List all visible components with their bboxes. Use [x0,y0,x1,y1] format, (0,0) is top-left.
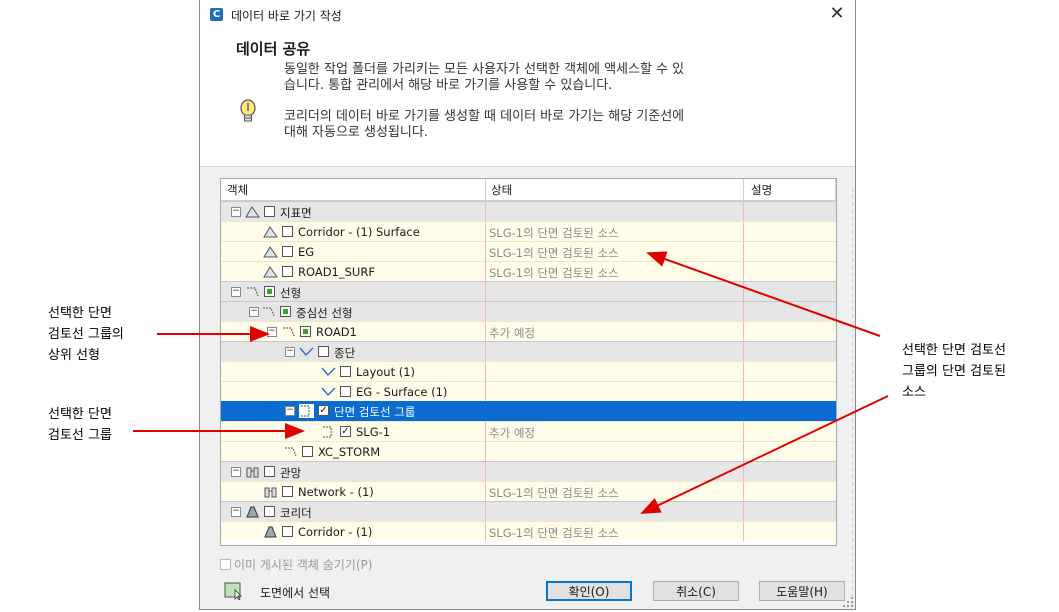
annotation-arrows [133,251,889,514]
arrow-to-network-status [640,395,889,514]
arrow-to-eg-status [646,251,881,337]
